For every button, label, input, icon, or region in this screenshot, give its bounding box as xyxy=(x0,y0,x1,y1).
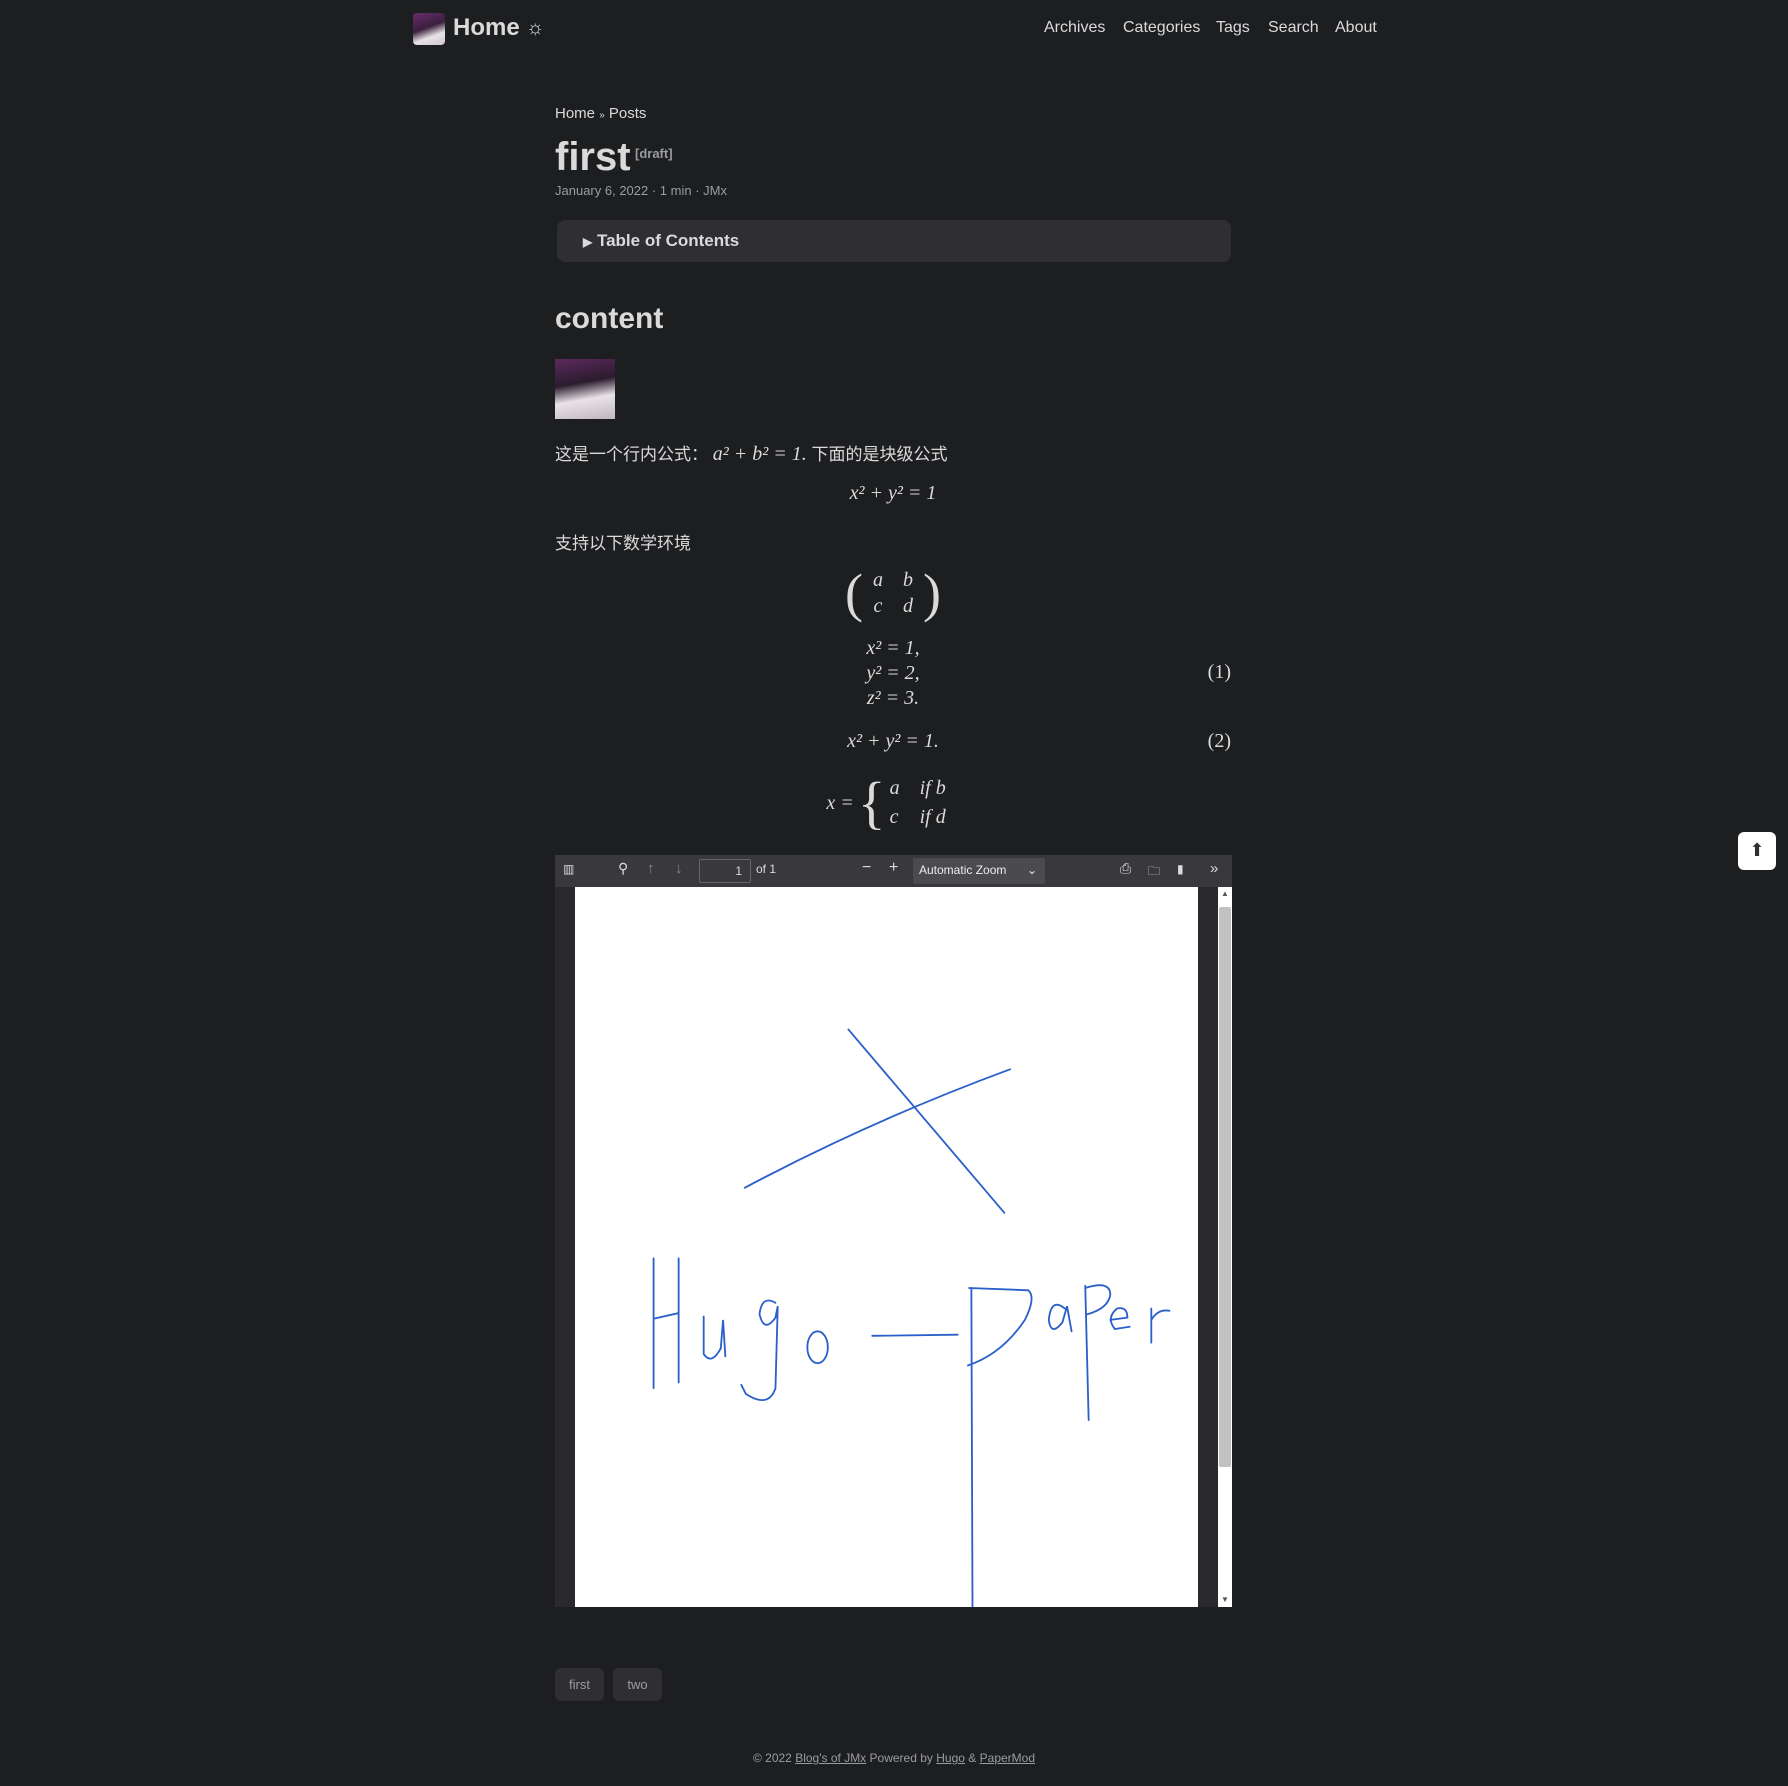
arrow-down-icon[interactable]: ↓ xyxy=(675,860,683,877)
breadcrumb-posts[interactable]: Posts xyxy=(609,105,647,122)
case-condition: if d xyxy=(919,806,946,828)
arrow-up-icon[interactable]: ↑ xyxy=(647,860,655,877)
env-paragraph: 支持以下数学环境 xyxy=(555,534,691,553)
equation-number-1: (1) xyxy=(1207,661,1231,683)
breadcrumb-home[interactable]: Home xyxy=(555,105,595,122)
scrollbar-thumb[interactable] xyxy=(1219,907,1231,1467)
stroke xyxy=(847,1028,1006,1214)
blog-link[interactable]: Blog's of JMx xyxy=(795,1751,866,1765)
page-number-input[interactable]: 1 xyxy=(699,859,751,883)
download-icon[interactable]: 🗀 xyxy=(1148,862,1160,883)
nav-archives[interactable]: Archives xyxy=(1044,19,1105,37)
scroll-up-icon[interactable]: ▲ xyxy=(1221,889,1229,898)
breadcrumb: Home » Posts xyxy=(555,105,646,122)
inline-formula-paragraph: 这是一个行内公式： a² + b² = 1. 下面的是块级公式 xyxy=(555,440,947,466)
bookmark-icon[interactable]: ▮ xyxy=(1177,862,1184,876)
case-condition: if b xyxy=(919,777,946,799)
copyright: © 2022 xyxy=(752,1751,792,1765)
arrow-up-icon: ⬆ xyxy=(1749,840,1765,860)
zoom-in-icon[interactable]: + xyxy=(889,859,898,877)
stroke xyxy=(743,1068,1011,1189)
tag-two[interactable]: two xyxy=(613,1668,662,1701)
scroll-down-icon[interactable]: ▼ xyxy=(1221,1595,1229,1604)
text: 这是一个行内公式： xyxy=(555,445,708,464)
stroke xyxy=(740,1299,779,1401)
stroke xyxy=(967,1287,1033,1608)
table-of-contents-toggle[interactable]: ▶ Table of Contents xyxy=(557,220,1231,262)
zoom-select[interactable]: Automatic Zoom ⌄ xyxy=(913,858,1045,884)
stroke xyxy=(1150,1307,1171,1344)
nav-categories[interactable]: Categories xyxy=(1123,19,1200,37)
aligned-line: z² = 3. xyxy=(866,687,920,709)
stroke xyxy=(652,1257,680,1390)
nav-search[interactable]: Search xyxy=(1268,19,1319,37)
ampersand: & xyxy=(968,1751,977,1765)
page-title: first xyxy=(555,135,631,179)
matrix-cell: a xyxy=(873,569,883,591)
block-formula: x² + y² = 1 xyxy=(849,482,937,504)
cases-lhs: x = xyxy=(826,791,854,814)
sidebar-toggle-icon[interactable]: ▥ xyxy=(563,862,574,876)
equation-2: x² + y² = 1. xyxy=(847,730,939,752)
equation-number-2: (2) xyxy=(1207,730,1231,752)
tools-chevron-icon[interactable]: » xyxy=(1210,860,1218,877)
case-value: c xyxy=(889,806,899,828)
scroll-to-top-button[interactable]: ⬆ xyxy=(1738,832,1776,870)
aligned-line: y² = 2, xyxy=(866,662,920,684)
case-value: a xyxy=(889,777,900,799)
home-link[interactable]: Home xyxy=(453,14,520,42)
stroke xyxy=(806,1330,829,1365)
logo-avatar[interactable] xyxy=(413,13,445,45)
avatar-image xyxy=(555,359,615,419)
chevron-down-icon: ⌄ xyxy=(1026,863,1037,877)
post-meta: January 6, 2022 · 1 min · JMx xyxy=(555,183,727,198)
stroke xyxy=(702,1315,727,1360)
pdf-toolbar: ▥ ⚲ ↑ ↓ 1 of 1 − + Automatic Zoom ⌄ ⎙ 🗀 ▮… xyxy=(555,855,1232,887)
nav-about[interactable]: About xyxy=(1335,19,1377,37)
page-count: of 1 xyxy=(756,862,777,876)
aligned-formula: x² = 1, y² = 2, z² = 3. xyxy=(555,636,1231,711)
stroke xyxy=(1084,1284,1112,1422)
aligned-line: x² = 1, xyxy=(866,637,920,659)
text: 下面的是块级公式 xyxy=(811,445,948,464)
hugo-link[interactable]: Hugo xyxy=(936,1751,965,1765)
pdf-page xyxy=(575,887,1198,1608)
matrix-cell: b xyxy=(903,569,913,591)
sun-icon[interactable]: ☼ xyxy=(526,17,544,40)
tag-first[interactable]: first xyxy=(555,1668,604,1701)
print-icon[interactable]: ⎙ xyxy=(1120,860,1131,877)
breadcrumb-sep: » xyxy=(599,110,605,121)
content-heading: content xyxy=(555,302,664,335)
pdf-viewer: ▥ ⚲ ↑ ↓ 1 of 1 − + Automatic Zoom ⌄ ⎙ 🗀 ▮… xyxy=(555,855,1232,1608)
matrix-formula: ( a b c d ) xyxy=(845,563,941,623)
zoom-out-icon[interactable]: − xyxy=(862,859,871,877)
cases-formula: x = { a if b c if d xyxy=(555,774,1231,832)
matrix-cell: c xyxy=(873,595,883,617)
triangle-right-icon: ▶ xyxy=(583,235,593,249)
search-icon[interactable]: ⚲ xyxy=(618,860,628,877)
stroke xyxy=(871,1333,959,1337)
toc-label: Table of Contents xyxy=(596,231,740,250)
zoom-value: Automatic Zoom xyxy=(919,863,1007,877)
stroke xyxy=(1047,1303,1073,1333)
powered-by: Powered by xyxy=(869,1751,933,1765)
draft-badge: [draft] xyxy=(635,146,673,161)
footer: © 2022 Blog's of JMx Powered by Hugo & P… xyxy=(0,1751,1788,1765)
papermod-link[interactable]: PaperMod xyxy=(980,1751,1035,1765)
handwriting-drawing xyxy=(652,1028,1171,1608)
nav-tags[interactable]: Tags xyxy=(1216,19,1250,37)
matrix-cell: d xyxy=(903,595,913,617)
stroke xyxy=(1109,1307,1131,1330)
inline-formula: a² + b² = 1. xyxy=(712,443,807,465)
